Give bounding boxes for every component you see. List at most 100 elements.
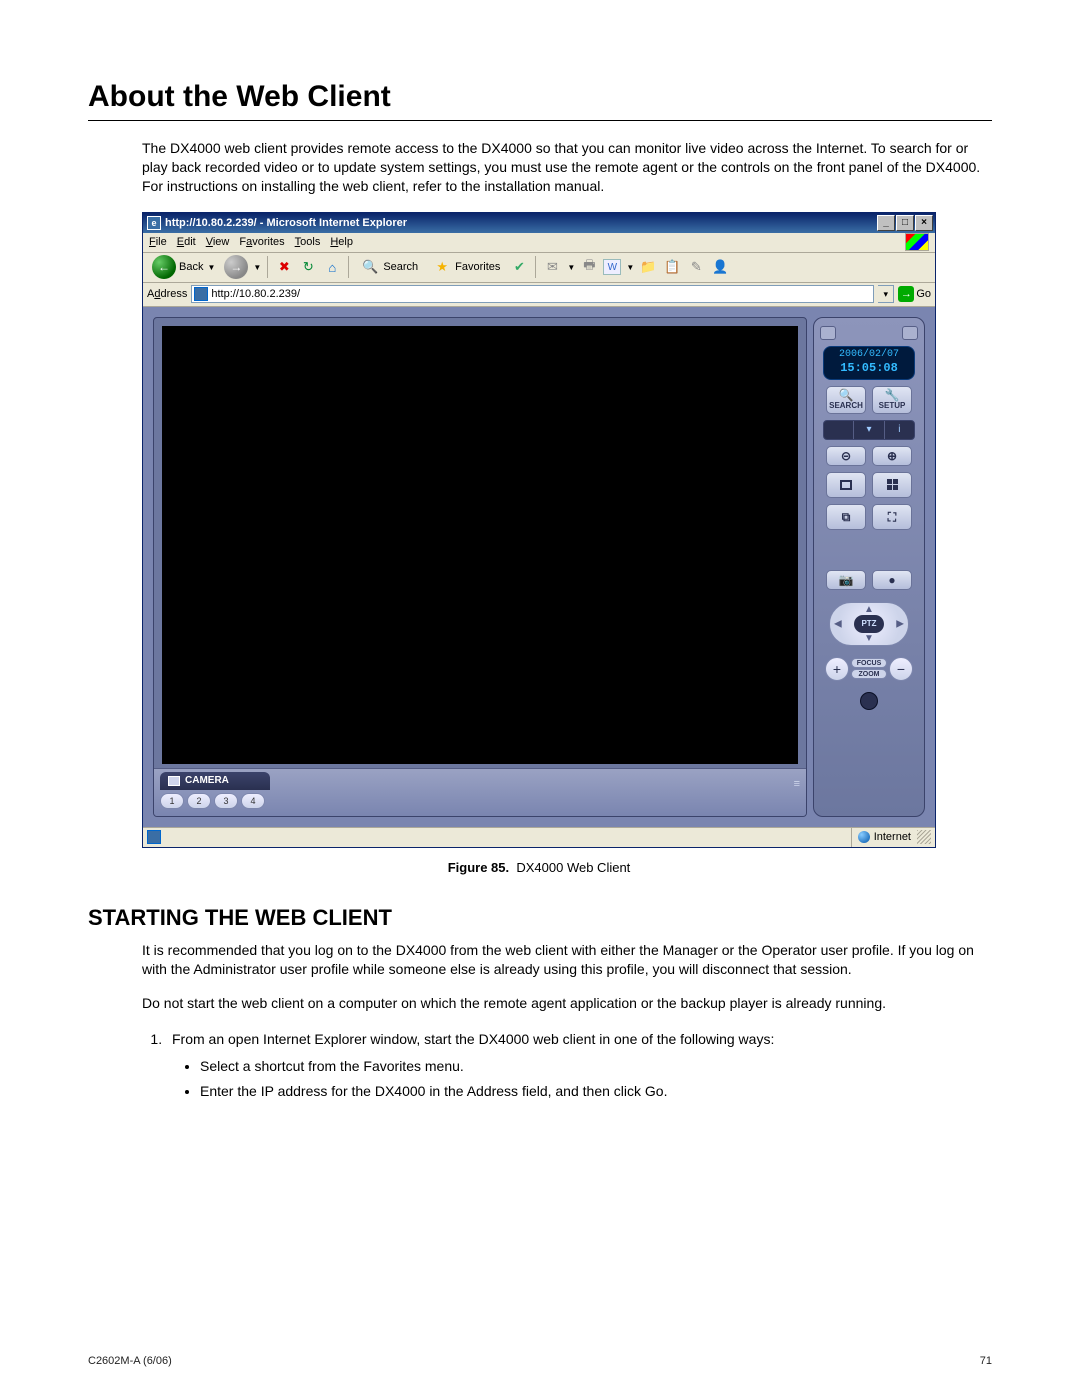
maximize-button[interactable]: □ bbox=[896, 215, 914, 231]
resize-grip-icon[interactable] bbox=[917, 830, 931, 844]
panel-close-button[interactable] bbox=[902, 326, 918, 340]
web-client-ui: CAMERA ≡ 1 2 3 4 bbox=[143, 307, 935, 827]
ptz-up-icon[interactable]: ▲ bbox=[864, 604, 874, 615]
page-footer: C2602M-A (6/06) 71 bbox=[88, 1355, 992, 1367]
back-button[interactable]: ← Back ▼ bbox=[147, 255, 220, 279]
focus-label: FOCUS bbox=[851, 658, 887, 668]
quad-grid-icon bbox=[887, 479, 898, 490]
magnifier-icon: 🔍 bbox=[839, 389, 854, 401]
status-seg-2: ▾ bbox=[853, 421, 883, 439]
go-label: Go bbox=[916, 288, 931, 300]
jog-dial[interactable] bbox=[860, 692, 878, 710]
search-icon: 🔍 bbox=[360, 257, 380, 277]
camera-tab[interactable]: CAMERA bbox=[160, 772, 270, 790]
refresh-button[interactable]: ↻ bbox=[298, 257, 318, 277]
toolbar-separator bbox=[348, 256, 349, 278]
recommendation-paragraph: It is recommended that you log on to the… bbox=[142, 941, 992, 979]
figure-text: DX4000 Web Client bbox=[516, 860, 630, 875]
collapse-button[interactable] bbox=[820, 326, 836, 340]
forward-button[interactable]: → bbox=[224, 255, 248, 279]
minimize-button[interactable]: _ bbox=[877, 215, 895, 231]
close-button[interactable]: × bbox=[915, 215, 933, 231]
zoom-label: ZOOM bbox=[851, 669, 887, 679]
messenger-button[interactable]: 👤 bbox=[710, 257, 730, 277]
sequence-icon: ⧉ bbox=[842, 511, 851, 523]
address-value: http://10.80.2.239/ bbox=[211, 288, 300, 300]
history-button[interactable]: ✔ bbox=[509, 257, 529, 277]
bullet-2: Enter the IP address for the DX4000 in t… bbox=[200, 1081, 992, 1102]
sequence-button[interactable]: ⧉ bbox=[826, 504, 866, 530]
forward-dropdown-icon[interactable]: ▼ bbox=[253, 263, 261, 272]
stop-button[interactable]: ✖ bbox=[274, 257, 294, 277]
camera-2-button[interactable]: 2 bbox=[187, 793, 211, 809]
quad-view-button[interactable] bbox=[872, 472, 912, 498]
menu-view[interactable]: View bbox=[206, 236, 230, 248]
search-label: Search bbox=[383, 261, 418, 273]
security-zone: Internet bbox=[851, 828, 917, 847]
research-button[interactable]: ✎ bbox=[686, 257, 706, 277]
ptz-left-icon[interactable]: ◀ bbox=[834, 618, 842, 629]
camera-3-button[interactable]: 3 bbox=[214, 793, 238, 809]
disconnect-button[interactable]: ⊝ bbox=[826, 446, 866, 466]
ie-window-title: http://10.80.2.239/ - Microsoft Internet… bbox=[165, 217, 877, 229]
figure-85: e http://10.80.2.239/ - Microsoft Intern… bbox=[142, 212, 936, 875]
ie-menubar: File Edit View Favorites Tools Help bbox=[143, 233, 935, 253]
search-button[interactable]: 🔍 SEARCH bbox=[826, 386, 866, 414]
menu-favorites[interactable]: Favorites bbox=[239, 236, 284, 248]
camera-label: CAMERA bbox=[185, 775, 229, 786]
menu-edit[interactable]: Edit bbox=[177, 236, 196, 248]
home-button[interactable]: ⌂ bbox=[322, 257, 342, 277]
status-seg-1 bbox=[824, 421, 853, 439]
address-dropdown-icon[interactable]: ▾ bbox=[878, 285, 894, 303]
camera-1-button[interactable]: 1 bbox=[160, 793, 184, 809]
timeline-handle-icon[interactable]: ≡ bbox=[794, 778, 800, 790]
focus-zoom-plus-button[interactable]: + bbox=[825, 657, 849, 681]
ie-page-icon: e bbox=[147, 216, 161, 230]
mail-dropdown-icon[interactable]: ▼ bbox=[567, 263, 575, 272]
setup-label: SETUP bbox=[879, 401, 906, 410]
snapshot-button[interactable]: 📷 bbox=[826, 570, 866, 590]
ie-addressbar: Address http://10.80.2.239/ ▾ → Go bbox=[143, 283, 935, 307]
camera-bar: CAMERA ≡ 1 2 3 4 bbox=[154, 768, 806, 816]
star-icon: ★ bbox=[432, 257, 452, 277]
back-dropdown-icon[interactable]: ▼ bbox=[207, 263, 215, 272]
camera-buttons: 1 2 3 4 bbox=[160, 793, 800, 809]
single-view-button[interactable] bbox=[826, 472, 866, 498]
video-viewport bbox=[162, 326, 798, 764]
ptz-dpad[interactable]: ▲ ▼ ◀ ▶ PTZ bbox=[829, 602, 909, 646]
edit-dropdown-icon[interactable]: ▼ bbox=[626, 263, 634, 272]
connect-button[interactable]: ⊕ bbox=[872, 446, 912, 466]
address-label: Address bbox=[147, 288, 187, 300]
ptz-right-icon[interactable]: ▶ bbox=[896, 618, 904, 629]
setup-button[interactable]: 🔧 SETUP bbox=[872, 386, 912, 414]
address-input[interactable]: http://10.80.2.239/ bbox=[191, 285, 874, 303]
ie-toolbar: ← Back ▼ → ▼ ✖ ↻ ⌂ 🔍 Search ★ Favorites … bbox=[143, 253, 935, 283]
record-button[interactable]: ● bbox=[872, 570, 912, 590]
menu-file[interactable]: File bbox=[149, 236, 167, 248]
step-1: From an open Internet Explorer window, s… bbox=[166, 1029, 992, 1102]
unplug-icon: ⊝ bbox=[841, 450, 851, 462]
favorites-button[interactable]: ★ Favorites bbox=[427, 255, 505, 279]
section-heading: STARTING THE WEB CLIENT bbox=[88, 905, 992, 931]
page-icon bbox=[194, 287, 208, 301]
mail-button[interactable]: ✉ bbox=[542, 257, 562, 277]
fullscreen-icon: ⛶ bbox=[888, 511, 896, 523]
internet-zone-icon bbox=[858, 831, 870, 843]
menu-tools[interactable]: Tools bbox=[295, 236, 321, 248]
toolbar-separator bbox=[535, 256, 536, 278]
camera-4-button[interactable]: 4 bbox=[241, 793, 265, 809]
bullet-1: Select a shortcut from the Favorites men… bbox=[200, 1056, 992, 1077]
go-arrow-icon: → bbox=[898, 286, 914, 302]
print-button[interactable]: 🖶 bbox=[579, 257, 599, 277]
fullscreen-button[interactable]: ⛶ bbox=[872, 504, 912, 530]
go-button[interactable]: → Go bbox=[898, 285, 931, 303]
clock-time: 15:05:08 bbox=[840, 361, 898, 375]
plug-icon: ⊕ bbox=[887, 450, 897, 462]
discuss-button[interactable]: 📋 bbox=[662, 257, 682, 277]
focus-zoom-minus-button[interactable]: − bbox=[889, 657, 913, 681]
menu-help[interactable]: Help bbox=[330, 236, 353, 248]
folder-button[interactable]: 📁 bbox=[638, 257, 658, 277]
ptz-down-icon[interactable]: ▼ bbox=[864, 633, 874, 644]
search-button[interactable]: 🔍 Search bbox=[355, 255, 423, 279]
edit-word-button[interactable]: W bbox=[603, 259, 621, 275]
